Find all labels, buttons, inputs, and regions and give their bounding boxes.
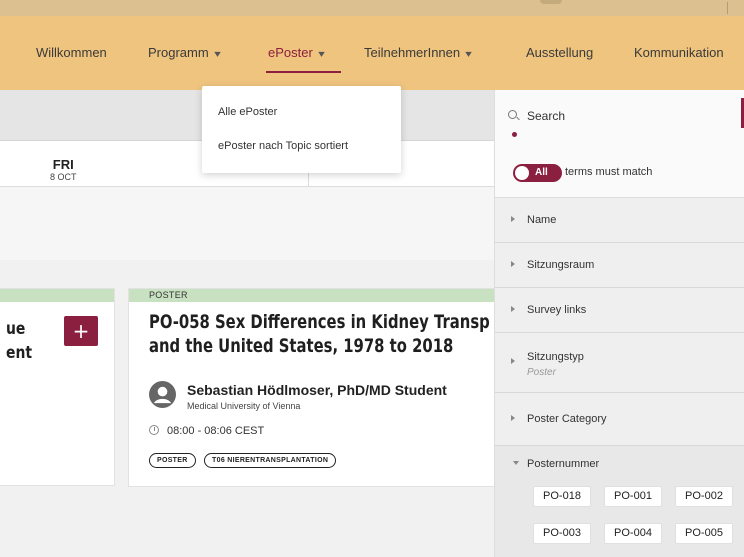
- date-day: 8 OCT: [50, 172, 77, 182]
- session-time: 08:00 - 08:06 CEST: [149, 425, 264, 437]
- main-nav: Willkommen Programm ▾ ePoster ▾ Teilnehmer…: [0, 16, 744, 90]
- date-weekday: FRI: [52, 157, 74, 172]
- menu-item-eposter-nach-topic[interactable]: ePoster nach Topic sortiert: [218, 140, 348, 152]
- toggle-knob: [515, 166, 529, 180]
- nav-ausstellung[interactable]: Ausstellung: [526, 45, 593, 60]
- top-strip: [0, 0, 744, 16]
- user-avatar-edge[interactable]: [540, 0, 562, 4]
- match-mode-text: terms must match: [565, 166, 653, 178]
- chip-po-005[interactable]: PO-005: [675, 523, 733, 544]
- nav-programm[interactable]: Programm ▾: [148, 45, 220, 60]
- person-icon: [149, 381, 176, 408]
- search-row: [495, 90, 744, 141]
- card-title-fragment: ue ent: [6, 317, 32, 365]
- toggle-label: All: [535, 167, 548, 178]
- facet-sitzungsraum[interactable]: Sitzungsraum: [495, 243, 744, 288]
- nav-label: Ausstellung: [526, 45, 594, 60]
- match-mode-row: All terms must match: [495, 141, 744, 198]
- caret-right-icon: [511, 358, 515, 364]
- facet-poster-category[interactable]: Poster Category: [495, 393, 744, 446]
- poster-card[interactable]: POSTER PO-058 Sex Differences in Kidney …: [128, 288, 494, 487]
- facet-label: Sitzungsraum: [527, 259, 595, 271]
- caret-right-icon: [511, 216, 515, 222]
- card-type-label: POSTER: [129, 289, 494, 302]
- facet-label: Sitzungstyp: [527, 351, 584, 363]
- all-terms-toggle[interactable]: All: [513, 164, 562, 182]
- facet-posternummer: Posternummer PO-018 PO-001 PO-002 PO-003…: [495, 446, 744, 557]
- nav-teilnehmerinnen[interactable]: TeilnehmerInnen ▾: [364, 45, 472, 60]
- nav-label: TeilnehmerInnen: [364, 45, 461, 60]
- top-divider: [727, 2, 728, 14]
- poster-title[interactable]: PO-058 Sex Differences in Kidney Transp …: [149, 310, 490, 358]
- add-to-agenda-button[interactable]: +: [64, 316, 98, 346]
- chip-po-004[interactable]: PO-004: [604, 523, 662, 544]
- facet-selected-value: Poster: [527, 367, 556, 378]
- card-title-line: ent: [6, 343, 33, 363]
- nav-label: ePoster: [268, 45, 313, 60]
- author-name[interactable]: Sebastian Hödlmoser, PhD/MD Student: [187, 382, 447, 398]
- author-affiliation: Medical University of Vienna: [187, 401, 301, 411]
- time-text: 08:00 - 08:06 CEST: [167, 425, 265, 437]
- card-title-line: ue: [6, 319, 26, 339]
- search-icon: [508, 110, 517, 119]
- nav-eposter[interactable]: ePoster ▾: [268, 45, 325, 60]
- tag-topic[interactable]: T06 NIERENTRANSPLANTATION: [204, 453, 337, 468]
- menu-item-alle-eposter[interactable]: Alle ePoster: [218, 106, 277, 118]
- tag-poster[interactable]: POSTER: [149, 453, 196, 468]
- facet-sitzungstyp[interactable]: Sitzungstyp Poster: [495, 333, 744, 393]
- nav-label: Programm: [148, 45, 209, 60]
- nav-willkommen[interactable]: Willkommen: [36, 45, 107, 60]
- nav-active-underline: [266, 71, 341, 73]
- caret-down-icon: [513, 461, 519, 465]
- card-type-bar: [0, 289, 114, 302]
- poster-title-line: and the United States, 1978 to 2018: [149, 335, 454, 357]
- nav-kommunikation[interactable]: Kommunikation: [634, 45, 724, 60]
- clock-icon: [149, 425, 159, 435]
- chevron-down-icon: ▾: [465, 49, 472, 60]
- filter-sidebar: All terms must match Name Sitzungsraum S…: [494, 90, 744, 557]
- facet-label[interactable]: Posternummer: [527, 458, 599, 470]
- caret-right-icon: [511, 415, 515, 421]
- chip-po-018[interactable]: PO-018: [533, 486, 591, 507]
- date-tab-fri[interactable]: FRI 8 OCT: [50, 157, 77, 182]
- chip-po-003[interactable]: PO-003: [533, 523, 591, 544]
- chip-po-002[interactable]: PO-002: [675, 486, 733, 507]
- chevron-down-icon: ▾: [213, 49, 221, 60]
- caret-right-icon: [511, 261, 515, 267]
- facet-label: Name: [527, 214, 557, 226]
- chip-po-001[interactable]: PO-001: [604, 486, 662, 507]
- tag-list: POSTER T06 NIERENTRANSPLANTATION: [149, 449, 340, 468]
- facet-label: Survey links: [527, 304, 587, 316]
- search-input[interactable]: [527, 107, 727, 125]
- facet-label: Poster Category: [527, 413, 607, 425]
- session-card-partial[interactable]: ue ent +: [0, 288, 115, 486]
- facet-name[interactable]: Name: [495, 198, 744, 243]
- list-header-band: [0, 187, 494, 260]
- nav-label: Willkommen: [36, 45, 107, 60]
- poster-title-line: PO-058 Sex Differences in Kidney Transp: [149, 311, 490, 333]
- caret-right-icon: [511, 306, 515, 312]
- eposter-dropdown-menu: Alle ePoster ePoster nach Topic sortiert: [202, 86, 401, 173]
- facet-survey-links[interactable]: Survey links: [495, 288, 744, 333]
- search-indicator-dot: [512, 132, 517, 137]
- chevron-down-icon: ▾: [318, 49, 325, 60]
- nav-label: Kommunikation: [634, 45, 724, 60]
